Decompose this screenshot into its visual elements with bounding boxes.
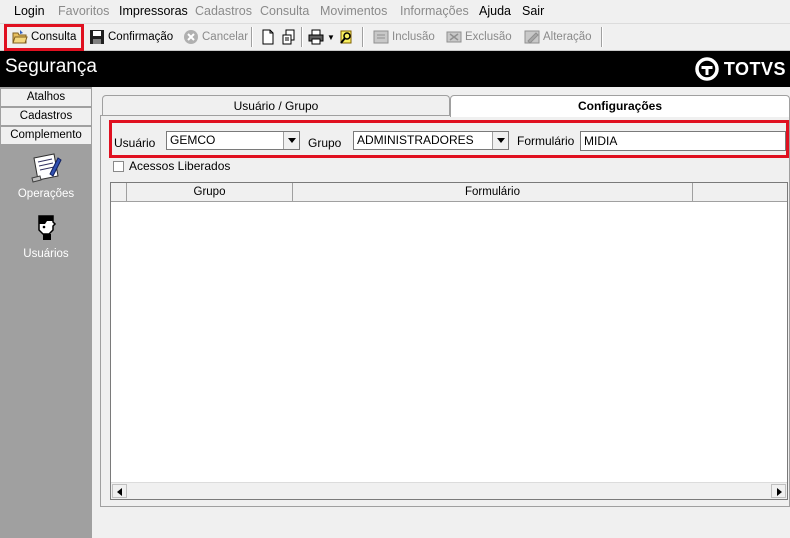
- inclusao-label: Inclusão: [392, 31, 435, 43]
- horizontal-scrollbar[interactable]: [111, 482, 787, 499]
- totvs-logo-icon: [695, 57, 719, 81]
- main-content: Usuário / Grupo Configurações Usuário GE…: [92, 87, 790, 538]
- logo-text: TOTVS: [723, 58, 786, 79]
- search-document-icon: [338, 29, 354, 45]
- sidebar-item-usuarios[interactable]: Usuários: [0, 212, 92, 260]
- usuario-label: Usuário: [114, 136, 156, 150]
- app-header: Segurança TOTVS: [0, 51, 790, 87]
- delete-record-icon: [446, 29, 462, 45]
- sidebar-item-label: Usuários: [23, 248, 69, 260]
- menu-movimentos[interactable]: Movimentos: [320, 4, 387, 18]
- new-document-button[interactable]: [257, 26, 279, 48]
- sidebar-item-operacoes[interactable]: Operações: [0, 152, 92, 200]
- exclusao-label: Exclusão: [465, 31, 512, 43]
- sidebar-tab-atalhos[interactable]: Atalhos: [0, 88, 92, 107]
- grupo-label: Grupo: [308, 136, 342, 150]
- menu-bar: Login Favoritos Impressoras Cadastros Co…: [0, 0, 790, 24]
- usuario-value: GEMCO: [170, 133, 216, 147]
- chevron-down-icon[interactable]: [283, 132, 299, 149]
- search-document-button[interactable]: [335, 26, 357, 48]
- grid-header-empty: [693, 183, 787, 202]
- acessos-liberados-label: Acessos Liberados: [129, 159, 231, 173]
- grupo-select[interactable]: ADMINISTRADORES: [353, 131, 509, 150]
- cancelar-label: Cancelar: [202, 31, 249, 43]
- grupo-value: ADMINISTRADORES: [357, 133, 474, 147]
- edit-record-icon: [524, 29, 540, 45]
- formulario-value: MIDIA: [584, 134, 618, 148]
- print-preview-icon: [281, 29, 297, 45]
- menu-consulta[interactable]: Consulta: [260, 4, 309, 18]
- cancel-icon: [183, 29, 199, 45]
- menu-login[interactable]: Login: [14, 4, 45, 18]
- usuario-select[interactable]: GEMCO: [166, 131, 300, 150]
- consulta-button[interactable]: Consulta: [9, 26, 79, 48]
- menu-sair[interactable]: Sair: [522, 4, 544, 18]
- menu-cadastros[interactable]: Cadastros: [195, 4, 252, 18]
- scroll-left-icon[interactable]: [112, 484, 127, 498]
- print-preview-button[interactable]: [278, 26, 300, 48]
- grid-header-formulario[interactable]: Formulário: [293, 183, 693, 202]
- open-folder-icon: [12, 29, 28, 45]
- new-document-icon: [260, 29, 276, 45]
- printer-icon: [308, 29, 324, 45]
- print-button[interactable]: ▼: [305, 26, 338, 48]
- results-grid[interactable]: Grupo Formulário: [110, 182, 788, 500]
- acessos-liberados-checkbox[interactable]: [113, 161, 124, 172]
- save-disk-icon: [89, 29, 105, 45]
- confirmacao-button[interactable]: Confirmação: [86, 26, 176, 48]
- chevron-down-icon[interactable]: [492, 132, 508, 149]
- grid-row-indicator-header: [111, 183, 127, 202]
- tab-configuracoes[interactable]: Configurações: [450, 95, 790, 117]
- add-record-icon: [373, 29, 389, 45]
- totvs-logo: TOTVS: [695, 57, 786, 81]
- confirmacao-label: Confirmação: [108, 31, 174, 43]
- sidebar: Atalhos Cadastros Complemento Operações …: [0, 87, 92, 538]
- toolbar: Consulta Confirmação Cancelar ▼ Inclusão…: [0, 24, 790, 51]
- scroll-right-icon[interactable]: [771, 484, 786, 498]
- inclusao-button[interactable]: Inclusão: [370, 26, 438, 48]
- grid-header-grupo[interactable]: Grupo: [127, 183, 293, 202]
- alteracao-label: Alteração: [543, 31, 592, 43]
- consulta-label: Consulta: [31, 31, 77, 43]
- operations-icon: [26, 152, 66, 186]
- menu-favoritos[interactable]: Favoritos: [58, 4, 109, 18]
- exclusao-button[interactable]: Exclusão: [443, 26, 515, 48]
- sidebar-tab-complemento[interactable]: Complemento: [0, 126, 92, 145]
- formulario-label: Formulário: [517, 134, 575, 148]
- chevron-down-icon[interactable]: ▼: [327, 33, 335, 42]
- sidebar-tab-cadastros[interactable]: Cadastros: [0, 107, 92, 126]
- cancelar-button[interactable]: Cancelar: [180, 26, 251, 48]
- toolbar-separator: [301, 27, 303, 47]
- formulario-input[interactable]: MIDIA: [580, 131, 786, 151]
- toolbar-separator: [362, 27, 364, 47]
- tab-usuario-grupo[interactable]: Usuário / Grupo: [102, 95, 450, 117]
- menu-ajuda[interactable]: Ajuda: [479, 4, 511, 18]
- toolbar-separator: [251, 27, 253, 47]
- menu-informacoes[interactable]: Informações: [400, 4, 469, 18]
- sidebar-item-label: Operações: [17, 188, 75, 200]
- toolbar-separator: [601, 27, 603, 47]
- user-icon: [26, 212, 66, 246]
- alteracao-button[interactable]: Alteração: [521, 26, 595, 48]
- menu-impressoras[interactable]: Impressoras: [119, 4, 188, 18]
- page-title: Segurança: [5, 56, 97, 77]
